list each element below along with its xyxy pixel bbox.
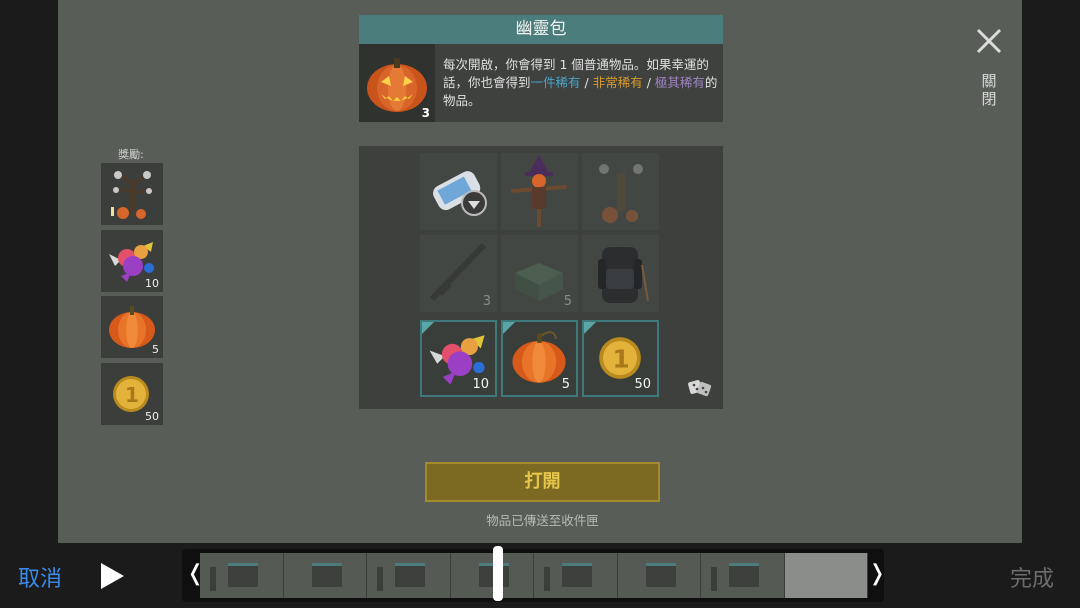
left-letterbox [0,0,58,543]
timeline-frame [534,553,618,598]
dialog-title: 幽靈包 [359,15,723,44]
play-icon[interactable] [98,561,126,591]
item-count: 10 [472,377,489,392]
spooky-tree-icon [599,164,643,223]
spooky-tree-icon [111,171,152,219]
svg-text:1: 1 [612,345,629,374]
done-button[interactable]: 完成 [1010,561,1054,593]
close-label[interactable]: 關閉 [978,72,1000,108]
ghost-pack-thumbnail: 3 [359,44,435,122]
timeline-scrubber[interactable]: ❬ ❭ [182,549,886,602]
trim-end-handle[interactable]: ❭ [868,561,886,586]
grid-cell-crate[interactable]: 5 [501,235,578,312]
grid-cell-candy[interactable]: 10 [420,320,497,397]
reward-slot-gold-coin[interactable]: 1 50 [101,363,163,425]
reward-slot-pumpkin[interactable]: 5 [101,296,163,358]
timeline-frame [701,553,785,598]
box-count: 3 [421,106,430,120]
grid-cell-gold-coin[interactable]: 1 50 [582,320,659,397]
grid-cell-blueprint[interactable] [420,153,497,230]
scarecrow-icon [510,155,568,227]
timeline-frame [617,553,701,598]
sent-to-inbox-note: 物品已傳送至收件匣 [486,513,599,528]
reward-count: 10 [145,277,159,290]
rewards-label: 獎勵: [118,148,144,161]
item-count: 5 [561,377,570,392]
cancel-button[interactable]: 取消 [18,561,62,593]
svg-text:1: 1 [125,383,139,407]
rarity-separator: / [580,75,593,90]
close-button[interactable] [972,24,1006,58]
reward-slot-spooky-tree[interactable] [101,163,163,225]
reward-slot-candy[interactable]: 10 [101,230,163,292]
backpack-icon [598,247,649,303]
timeline-frame [784,553,868,598]
description-panel: 3 每次開啟，你會得到 1 個普通物品。如果幸運的話，你也會得到一件稀有 / 非… [359,44,723,122]
grid-cell-backpack[interactable] [582,235,659,312]
reward-count: 50 [145,410,159,423]
open-button[interactable]: 打開 [425,462,660,502]
blueprint-scroll-icon [433,171,487,216]
dice-icon[interactable] [686,373,714,401]
item-count: 3 [482,294,491,309]
timeline-frames[interactable] [200,553,868,598]
grid-cell-spooky-tree[interactable] [582,153,659,230]
description-text: 每次開啟，你會得到 1 個普通物品。如果幸運的話，你也會得到一件稀有 / 非常稀… [443,56,719,110]
item-count: 5 [563,294,572,309]
close-icon[interactable] [972,24,1006,58]
reward-count: 5 [152,343,159,356]
grid-cell-rifle[interactable]: 3 [420,235,497,312]
timeline-frame [283,553,367,598]
timeline-frame [200,553,284,598]
timeline-frame [367,553,451,598]
rarity-extremely-rare: 極其稀有 [654,75,705,90]
screen: 幽靈包 3 每次開啟，你會得到 1 個普通物品。如果幸運的話，你也會得到一件稀有… [0,0,1080,608]
video-editor-bar: 取消 ❬ ❭ 完成 [0,543,1080,608]
right-letterbox [1022,0,1080,543]
item-count: 50 [634,377,651,392]
rarity-separator: / [642,75,655,90]
rarity-very-rare: 非常稀有 [592,75,643,90]
grid-cell-pumpkin[interactable]: 5 [501,320,578,397]
rarity-rare: 一件稀有 [530,75,581,90]
playhead[interactable] [493,546,503,601]
grid-cell-scarecrow[interactable] [501,153,578,230]
